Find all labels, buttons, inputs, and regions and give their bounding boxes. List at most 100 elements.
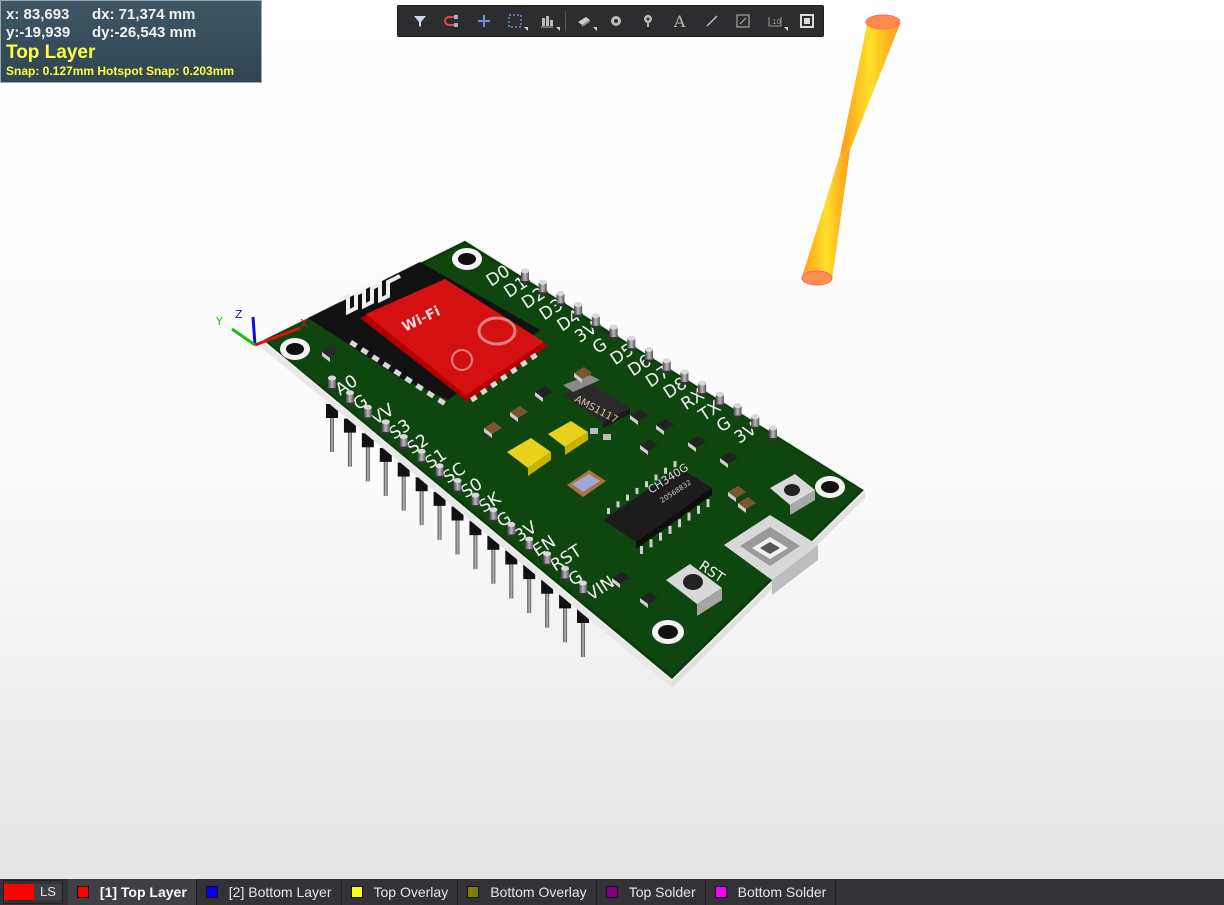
header-pin <box>362 404 373 421</box>
header-pin <box>555 290 566 307</box>
chip-pin <box>697 505 700 514</box>
room-icon[interactable]: 10 <box>759 7 791 35</box>
layer-tab-top-layer[interactable]: [1] Top Layer <box>67 879 197 905</box>
header-pin <box>578 580 588 596</box>
pcb-3d-scene[interactable]: Wi-Fi D0D1D2D3D43VGD5D6D7D8RXTXG3V A0GVV… <box>0 0 1224 879</box>
hud-x: x: 83,693 <box>6 6 70 23</box>
chip-pin <box>668 525 672 534</box>
chip-pin <box>607 508 610 514</box>
chip-pin <box>673 461 677 468</box>
chip-pin <box>664 467 667 474</box>
header-pin <box>452 478 463 494</box>
header-pin <box>679 369 690 385</box>
toolbar-separator <box>565 11 567 31</box>
svg-text:10: 10 <box>772 18 781 26</box>
hud-dy: dy:-26,543 mm <box>92 24 197 41</box>
layer-tab-bottom-overlay[interactable]: Bottom Overlay <box>458 879 597 905</box>
layer-tab-label: [2] Bottom Layer <box>228 884 332 900</box>
chip-pin <box>654 474 658 481</box>
chip-pin <box>659 532 662 541</box>
chip-pin <box>635 487 639 494</box>
header-pin <box>398 434 409 450</box>
header-pin <box>750 414 761 430</box>
header-pin <box>380 419 391 435</box>
header-pin <box>524 536 535 553</box>
chip-pin <box>626 494 629 501</box>
select-rect-icon[interactable] <box>500 7 532 35</box>
layer-tab-bottom-solder[interactable]: Bottom Solder <box>706 879 837 905</box>
header-pin <box>327 375 337 391</box>
layer-color-swatch <box>605 886 618 898</box>
layer-tab-label: Bottom Overlay <box>490 884 587 900</box>
axis-y-label: Y <box>215 315 223 328</box>
header-pin <box>661 358 672 374</box>
active-bar-toolbar: A 10 <box>397 5 824 37</box>
chip-pin <box>616 501 620 508</box>
layer-color-swatch <box>350 886 363 898</box>
header-pin <box>697 380 708 397</box>
dimension-icon[interactable] <box>727 7 759 35</box>
line-icon[interactable] <box>696 7 728 35</box>
hud-y: y:-19,939 <box>6 24 71 41</box>
layer-color-swatch <box>76 886 89 898</box>
header-pin-leg <box>397 462 410 511</box>
layer-tab-label: Bottom Solder <box>737 884 827 900</box>
header-pin-leg <box>415 477 428 526</box>
layer-tab-bottom-layer[interactable]: [2] Bottom Layer <box>197 879 342 905</box>
header-pin-leg <box>379 447 392 496</box>
layer-tab-top-solder[interactable]: Top Solder <box>597 879 706 905</box>
layer-set-selector[interactable]: LS <box>3 880 63 904</box>
hud-snap: Snap: 0.127mm Hotspot Snap: 0.203mm <box>6 64 235 78</box>
route-icon[interactable] <box>436 7 468 35</box>
hud-current-layer: Top Layer <box>6 42 96 63</box>
header-pin <box>714 391 725 408</box>
header-pin <box>590 313 601 329</box>
header-pin-leg <box>343 418 356 467</box>
header-pin <box>537 279 548 296</box>
header-pin <box>768 425 778 441</box>
header-pin-leg <box>451 506 464 555</box>
chip-pin <box>640 546 643 554</box>
header-pin <box>626 335 637 352</box>
layer-color-swatch <box>467 886 480 898</box>
layer-color-swatch <box>205 886 218 898</box>
3d-viewport[interactable]: Wi-Fi D0 D1 D2 D3 D4 3V G D5 D6 D7 D8 RX TX G 3V A0 G VV… <box>0 0 1224 879</box>
axis-z-label: Z <box>235 308 243 321</box>
align-icon[interactable] <box>531 7 563 35</box>
chip-pin <box>649 539 653 548</box>
header-pin <box>506 521 517 538</box>
header-pin <box>434 463 445 479</box>
component-icon[interactable] <box>568 7 600 35</box>
layer-tab-label: Top Solder <box>628 884 696 900</box>
via-icon[interactable] <box>600 7 632 35</box>
filter-icon[interactable] <box>404 7 436 35</box>
coordinate-hud: x: 83,693 dx: 71,374 mm y:-19,939 dy:-26,5… <box>0 0 262 83</box>
layer-color-swatch <box>714 886 727 898</box>
region-icon[interactable] <box>791 7 823 35</box>
header-pin <box>560 565 571 582</box>
layer-set-label: LS <box>34 884 62 900</box>
text-icon[interactable]: A <box>664 7 696 35</box>
layer-tab-top-overlay[interactable]: Top Overlay <box>342 879 459 905</box>
header-pin-leg <box>433 491 446 540</box>
header-pin <box>520 268 530 284</box>
chip-pin <box>687 512 691 521</box>
chip-pin <box>645 481 648 488</box>
layer-tab-label: Top Overlay <box>373 884 449 900</box>
pad-icon[interactable] <box>632 7 664 35</box>
header-pin-leg <box>326 404 338 452</box>
axis-x-label: X <box>300 317 308 330</box>
header-pin <box>470 492 481 509</box>
chip-pin <box>678 519 681 528</box>
header-pin <box>644 347 654 363</box>
header-pin <box>344 390 355 406</box>
header-pin <box>488 507 499 523</box>
chip-pin <box>706 499 710 508</box>
header-pin <box>542 551 553 567</box>
camera-cone <box>801 14 901 286</box>
hud-dx: dx: 71,374 mm <box>92 6 196 23</box>
layer-tabs-bar: LS [1] Top Layer [2] Bottom Layer Top Ov… <box>0 879 1224 905</box>
cross-icon[interactable] <box>468 7 500 35</box>
header-pin <box>608 324 619 341</box>
layer-tab-label: [1] Top Layer <box>99 884 187 900</box>
